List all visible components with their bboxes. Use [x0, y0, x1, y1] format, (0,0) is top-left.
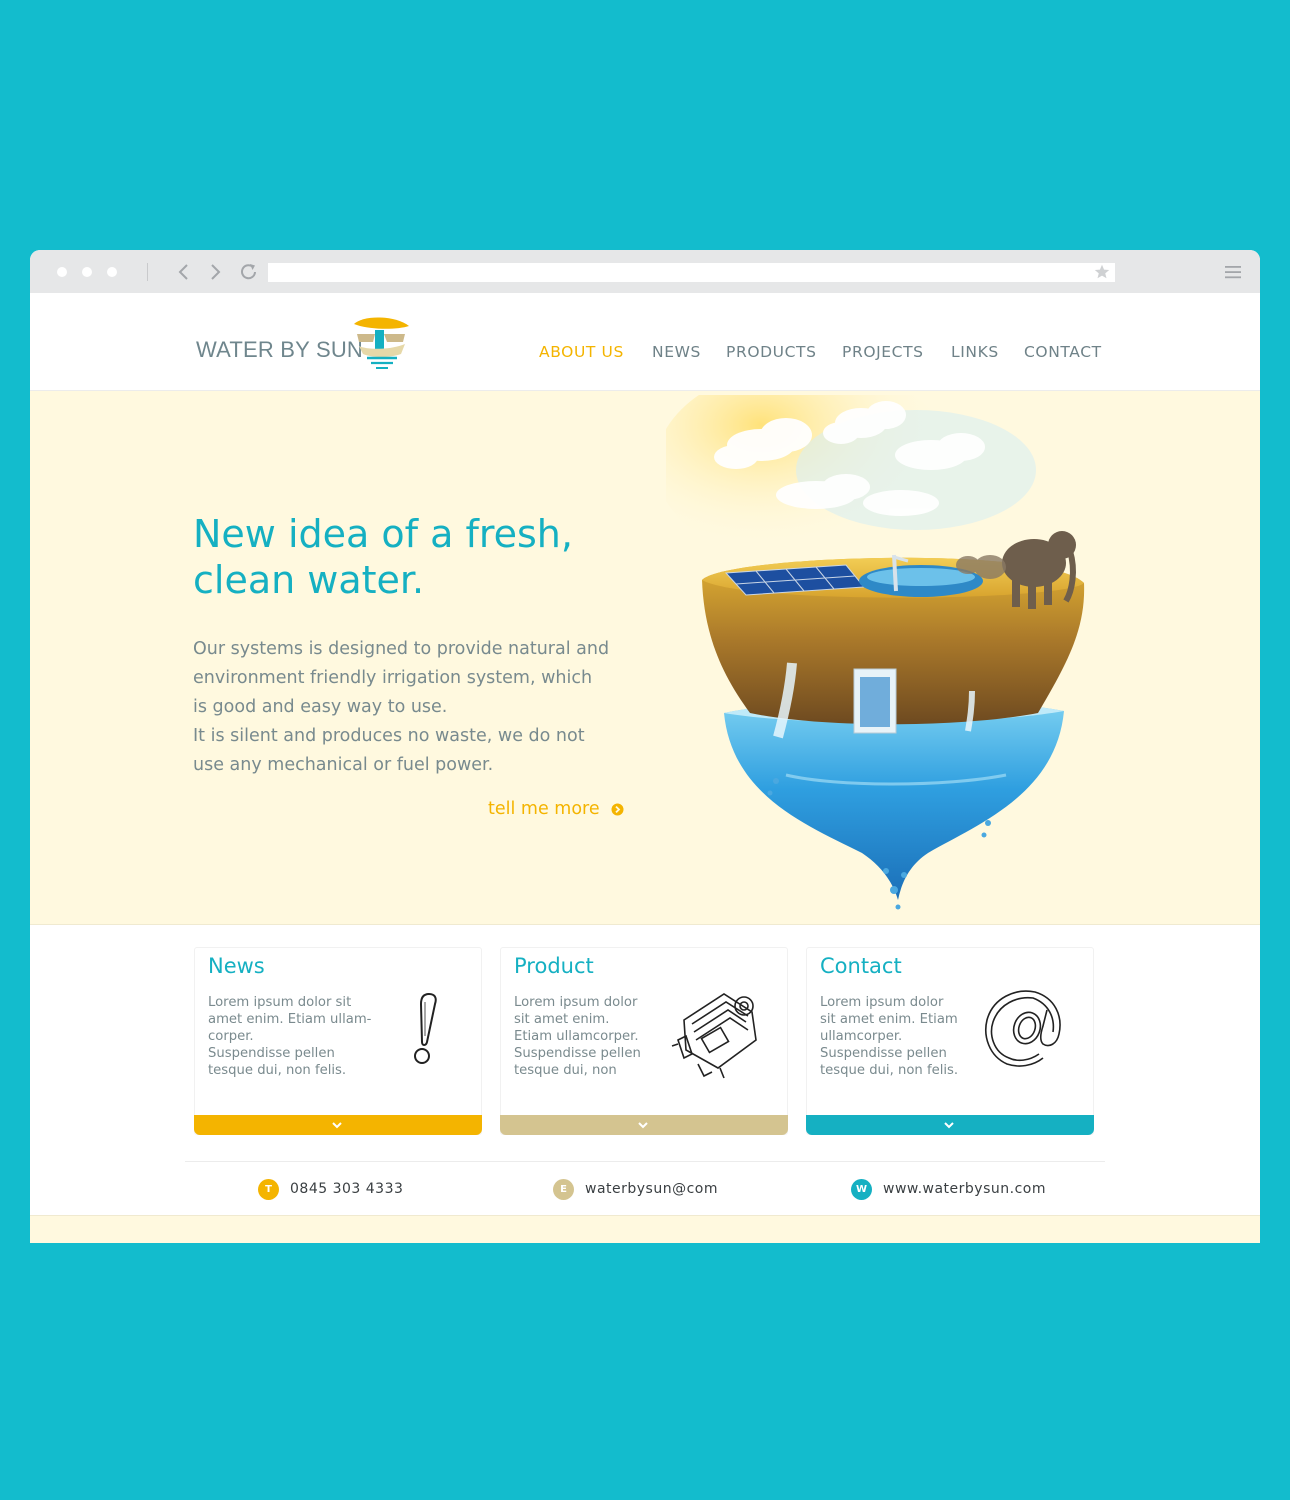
- nav-about-us[interactable]: ABOUT US: [539, 343, 624, 361]
- chevron-down-icon: [944, 1122, 954, 1129]
- email-badge-icon: E: [553, 1178, 574, 1200]
- hero-title: New idea of a fresh, clean water.: [193, 511, 663, 603]
- nav-contact[interactable]: CONTACT: [1024, 343, 1102, 361]
- card-title: Contact: [820, 954, 902, 978]
- card-text-line: Suspendisse pellen: [208, 1046, 335, 1061]
- toolbar-divider: [147, 263, 148, 281]
- footer-phone[interactable]: T 0845 303 4333: [258, 1178, 403, 1200]
- tell-me-more-link[interactable]: tell me more: [488, 799, 624, 819]
- email-address: waterbysun@com: [585, 1181, 718, 1197]
- website-url: www.waterbysun.com: [883, 1181, 1046, 1197]
- nav-news[interactable]: NEWS: [652, 343, 701, 361]
- star-icon[interactable]: [1093, 263, 1111, 281]
- hero-text-line: is good and easy way to use.: [193, 697, 448, 717]
- hero-title-line1: New idea of a fresh,: [193, 512, 573, 556]
- product-card-expand-bar[interactable]: [500, 1115, 788, 1135]
- back-icon[interactable]: [173, 261, 195, 283]
- chevron-down-icon: [332, 1122, 342, 1129]
- menu-icon[interactable]: [1224, 264, 1242, 280]
- web-badge-icon: W: [851, 1178, 872, 1200]
- card-text-line: Lorem ipsum dolor sit: [208, 995, 352, 1010]
- circle-arrow-right-icon: [611, 803, 624, 815]
- card-text: Lorem ipsum dolor sit amet enim. Etiam u…: [208, 994, 398, 1079]
- window-dot-minimize[interactable]: [82, 267, 92, 277]
- nav-products[interactable]: PRODUCTS: [726, 343, 817, 361]
- site-header: WATER BY SUN ABOUT US NEWS PRODUCTS PROJ…: [30, 293, 1260, 391]
- window-dot-close[interactable]: [57, 267, 67, 277]
- main-navigation: ABOUT US NEWS PRODUCTS PROJECTS LINKS CO…: [30, 343, 1260, 363]
- at-sign-icon: [985, 990, 1061, 1067]
- hero-text-line: Our systems is designed to provide natur…: [193, 639, 610, 659]
- phone-badge-icon: T: [258, 1178, 279, 1200]
- hero-description: Our systems is designed to provide natur…: [193, 635, 643, 780]
- footer-website[interactable]: W www.waterbysun.com: [851, 1178, 1046, 1200]
- address-bar[interactable]: [268, 263, 1115, 282]
- hero-text-line: environment friendly irrigation system, …: [193, 668, 593, 688]
- phone-number: 0845 303 4333: [290, 1181, 404, 1197]
- reload-icon[interactable]: [238, 261, 260, 283]
- exclamation-icon: [414, 992, 437, 1064]
- engine-icon: [671, 993, 757, 1079]
- news-card[interactable]: News Lorem ipsum dolor sit amet enim. Et…: [194, 947, 482, 1135]
- window-dot-maximize[interactable]: [107, 267, 117, 277]
- card-text-line: amet enim. Etiam ullam-: [208, 1012, 372, 1027]
- browser-toolbar: [30, 250, 1260, 293]
- hero-text-line: It is silent and produces no waste, we d…: [193, 726, 585, 746]
- tell-me-more-label: tell me more: [488, 799, 600, 819]
- hero-section: New idea of a fresh, clean water. Our sy…: [30, 391, 1260, 925]
- footer-divider: [185, 1161, 1105, 1162]
- card-text-line: tesque dui, non felis.: [208, 1063, 347, 1078]
- forward-icon[interactable]: [204, 261, 226, 283]
- floating-island-illustration: [666, 395, 1085, 910]
- news-card-expand-bar[interactable]: [194, 1115, 482, 1135]
- product-card[interactable]: Product Lorem ipsum dolor sit amet enim.…: [500, 947, 788, 1135]
- footer-email[interactable]: E waterbysun@com: [553, 1178, 718, 1200]
- hero-title-line2: clean water.: [193, 558, 425, 602]
- browser-window: WATER BY SUN ABOUT US NEWS PRODUCTS PROJ…: [30, 250, 1260, 1243]
- chevron-down-icon: [638, 1122, 648, 1129]
- card-title: News: [208, 954, 265, 978]
- contact-card[interactable]: Contact Lorem ipsum dolor sit amet enim.…: [806, 947, 1094, 1135]
- nav-links[interactable]: LINKS: [951, 343, 999, 361]
- card-text-line: corper.: [208, 1029, 254, 1044]
- card-title: Product: [514, 954, 594, 978]
- page-bottom-strip: [30, 1215, 1260, 1243]
- hero-text-line: use any mechanical or fuel power.: [193, 755, 494, 775]
- nav-projects[interactable]: PROJECTS: [842, 343, 924, 361]
- contact-card-expand-bar[interactable]: [806, 1115, 1094, 1135]
